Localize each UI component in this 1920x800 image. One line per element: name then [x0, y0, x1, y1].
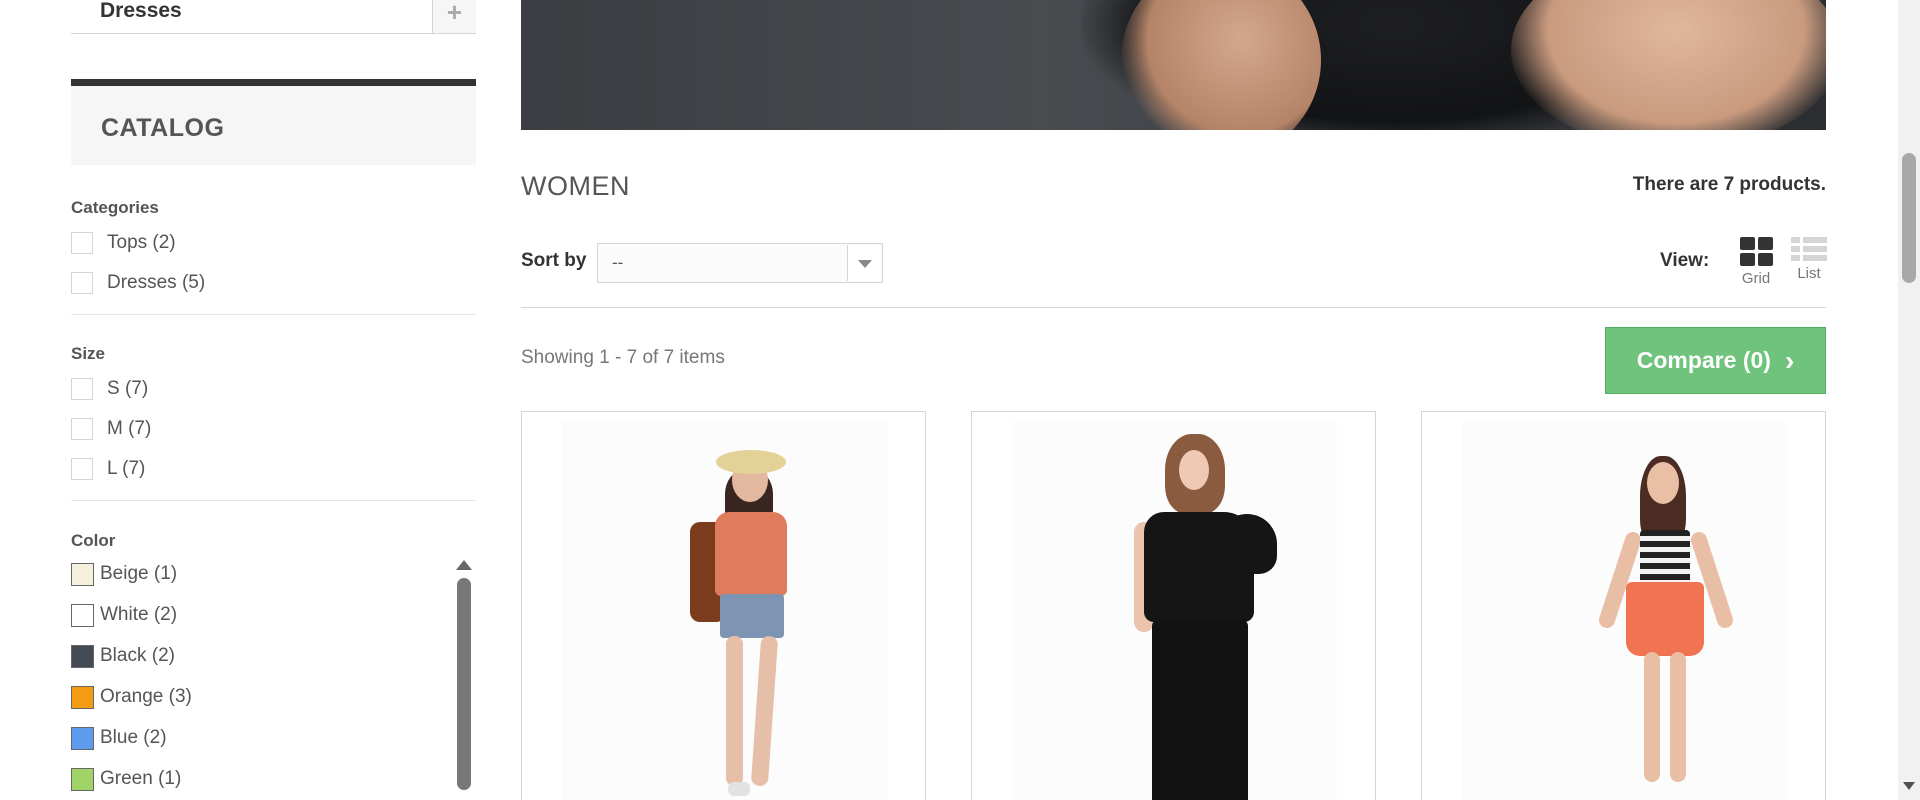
grid-icon[interactable] — [1739, 237, 1773, 266]
filter-option-label[interactable]: Orange (3) — [100, 686, 192, 708]
filter-option-beige[interactable]: Beige (1) — [71, 561, 451, 587]
product-image[interactable] — [1012, 422, 1337, 800]
divider — [71, 500, 476, 501]
filter-option-label[interactable]: Black (2) — [100, 645, 175, 667]
view-grid-button[interactable]: Grid — [1738, 237, 1774, 287]
scroll-up-icon[interactable] — [456, 560, 472, 570]
filter-option-label[interactable]: L (7) — [107, 458, 145, 480]
filter-color: Color Beige (1) White (2) Black (2) Oran… — [71, 531, 451, 792]
divider — [521, 307, 1826, 308]
filter-option-size-l[interactable]: L (7) — [71, 456, 476, 482]
catalog-title: Catalog — [101, 114, 225, 142]
filter-option-black[interactable]: Black (2) — [71, 643, 451, 669]
sidebar-item-label[interactable]: Dresses — [100, 0, 182, 21]
sort-dropdown-button[interactable] — [847, 245, 881, 281]
sort-select-value[interactable]: -- — [612, 253, 623, 273]
filter-option-label[interactable]: Blue (2) — [100, 727, 167, 749]
filter-heading-color: Color — [71, 531, 116, 550]
filter-option-green[interactable]: Green (1) — [71, 766, 451, 792]
checkbox[interactable] — [71, 232, 93, 254]
page-scrollbar[interactable] — [1898, 0, 1920, 800]
checkbox[interactable] — [71, 272, 93, 294]
filter-option-dresses[interactable]: Dresses (5) — [71, 270, 476, 296]
scroll-down-icon[interactable] — [1903, 782, 1915, 790]
view-list-label[interactable]: List — [1789, 265, 1829, 282]
color-swatch[interactable] — [71, 644, 94, 668]
color-swatch[interactable] — [71, 726, 94, 750]
color-swatch[interactable] — [71, 685, 94, 709]
filter-option-blue[interactable]: Blue (2) — [71, 725, 451, 751]
view-list-button[interactable]: List — [1789, 237, 1829, 282]
filter-option-label[interactable]: M (7) — [107, 418, 151, 440]
showing-items-text: Showing 1 - 7 of 7 items — [521, 347, 725, 368]
sidebar-item-dresses[interactable]: Dresses + — [71, 0, 476, 34]
compare-button[interactable]: Compare (0) › — [1605, 327, 1826, 394]
chevron-right-icon[interactable]: › — [1785, 346, 1794, 374]
filter-option-label[interactable]: Dresses (5) — [107, 272, 205, 294]
color-swatch[interactable] — [71, 767, 94, 791]
page-title: Women — [521, 171, 630, 201]
product-card[interactable] — [971, 411, 1376, 800]
divider — [71, 314, 476, 315]
sort-select[interactable]: -- — [597, 243, 883, 283]
filter-heading-categories: Categories — [71, 198, 159, 217]
compare-button-label[interactable]: Compare (0) — [1637, 347, 1771, 374]
catalog-block-header: Catalog — [71, 79, 476, 165]
chevron-down-icon[interactable] — [858, 260, 872, 268]
product-card[interactable] — [521, 411, 926, 800]
filter-categories: Categories Tops (2) Dresses (5) — [71, 198, 476, 315]
scrollbar-thumb[interactable] — [1902, 153, 1916, 283]
checkbox[interactable] — [71, 378, 93, 400]
filter-option-label[interactable]: S (7) — [107, 378, 148, 400]
color-filter-scrollbar[interactable] — [456, 560, 472, 800]
product-image[interactable] — [562, 422, 887, 800]
filter-heading-size: Size — [71, 344, 106, 363]
product-image[interactable] — [1462, 422, 1787, 800]
filter-option-size-m[interactable]: M (7) — [71, 416, 476, 442]
filter-size: Size S (7) M (7) L (7) — [71, 344, 476, 501]
list-icon[interactable] — [1791, 237, 1827, 261]
filter-option-label[interactable]: Tops (2) — [107, 232, 176, 254]
sort-by-label: Sort by — [521, 250, 587, 271]
checkbox[interactable] — [71, 418, 93, 440]
category-banner-image — [521, 0, 1826, 130]
checkbox[interactable] — [71, 458, 93, 480]
color-swatch[interactable] — [71, 562, 94, 586]
filter-option-tops[interactable]: Tops (2) — [71, 230, 476, 256]
filter-option-label[interactable]: Beige (1) — [100, 563, 177, 585]
product-card[interactable] — [1421, 411, 1826, 800]
filter-option-size-s[interactable]: S (7) — [71, 376, 476, 402]
filter-option-white[interactable]: White (2) — [71, 602, 451, 628]
plus-icon[interactable]: + — [432, 0, 476, 33]
view-label: View: — [1660, 250, 1710, 271]
view-grid-label[interactable]: Grid — [1738, 270, 1774, 287]
product-count: There are 7 products. — [1632, 174, 1826, 195]
color-swatch[interactable] — [71, 603, 94, 627]
scrollbar-thumb[interactable] — [457, 578, 471, 790]
filter-option-label[interactable]: Green (1) — [100, 768, 181, 790]
filter-option-label[interactable]: White (2) — [100, 604, 177, 626]
filter-option-orange[interactable]: Orange (3) — [71, 684, 451, 710]
